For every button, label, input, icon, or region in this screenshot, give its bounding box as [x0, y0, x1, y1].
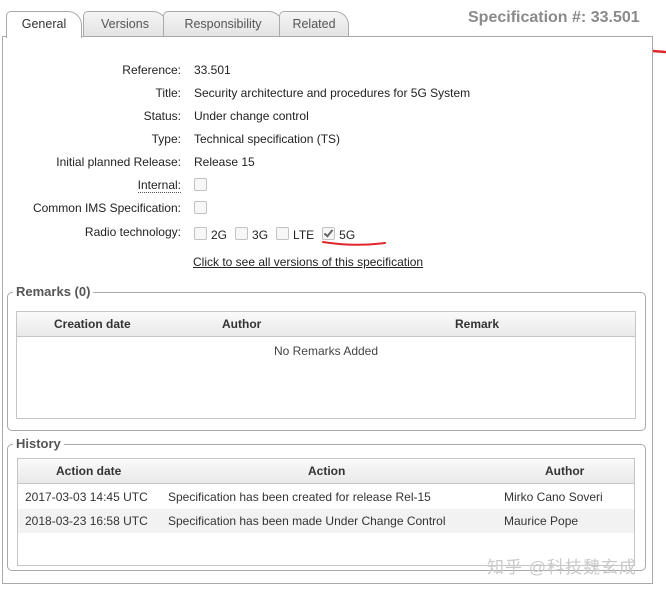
- title-row: Title: Security architecture and procedu…: [3, 86, 653, 104]
- label-2g: 2G: [211, 228, 228, 242]
- tab-general[interactable]: General: [6, 11, 82, 38]
- common-ims-checkbox[interactable]: [194, 201, 207, 214]
- release-row: Initial planned Release: Release 15: [3, 155, 653, 173]
- history-row-date: 2017-03-03 14:45 UTC: [25, 490, 148, 504]
- watermark-text: 知乎 @科技魏玄成: [487, 558, 637, 577]
- reference-value: 33.501: [194, 63, 231, 77]
- remarks-table: Creation date Author Remark No Remarks A…: [16, 311, 636, 419]
- reference-row: Reference: 33.501: [3, 63, 653, 81]
- type-value: Technical specification (TS): [194, 132, 341, 146]
- label-lte: LTE: [293, 228, 315, 242]
- history-header-author[interactable]: Author: [545, 464, 584, 478]
- remarks-empty-message: No Remarks Added: [273, 344, 379, 358]
- history-row-action: Specification has been made Under Change…: [168, 514, 446, 528]
- status-row: Status: Under change control: [3, 109, 653, 127]
- type-label: Type:: [151, 132, 181, 146]
- status-value: Under change control: [194, 109, 309, 123]
- tab-related[interactable]: Related: [279, 11, 349, 37]
- title-value: Security architecture and procedures for…: [194, 86, 471, 100]
- internal-row: Internal:: [3, 178, 653, 196]
- history-table: Action date Action Author 2017-03-03 14:…: [17, 458, 635, 566]
- internal-label: Internal:: [137, 178, 181, 193]
- history-row-author: Maurice Pope: [504, 514, 579, 528]
- history-header-action-date[interactable]: Action date: [56, 464, 121, 478]
- history-fieldset: History Action date Action Author 2017-0…: [7, 436, 646, 571]
- checkbox-3g[interactable]: [235, 227, 249, 240]
- reference-label: Reference:: [122, 63, 181, 77]
- specification-number-heading: Specification #: 33.501: [468, 9, 640, 26]
- remarks-header-author[interactable]: Author: [222, 317, 261, 331]
- remarks-header-creation-date[interactable]: Creation date: [54, 317, 131, 331]
- radio-technology-label: Radio technology:: [84, 225, 181, 239]
- history-row-action: Specification has been created for relea…: [168, 490, 431, 504]
- remarks-fieldset: Remarks (0) Creation date Author Remark …: [7, 284, 646, 431]
- common-ims-value: [194, 201, 207, 216]
- history-row: 2017-03-03 14:45 UTC Specification has b…: [18, 485, 634, 509]
- title-label: Title:: [155, 86, 181, 100]
- tab-bar: General Versions Responsibility Related: [3, 11, 349, 38]
- history-row-author: Mirko Cano Soveri: [504, 490, 603, 504]
- internal-value: [194, 178, 207, 193]
- common-ims-row: Common IMS Specification:: [3, 201, 653, 219]
- type-row: Type: Technical specification (TS): [3, 132, 653, 150]
- history-header-row: Action date Action Author: [18, 459, 634, 484]
- radio-option-3g: 3G: [235, 227, 268, 242]
- history-row: 2018-03-23 16:58 UTC Specification has b…: [18, 509, 634, 533]
- release-value: Release 15: [194, 155, 255, 169]
- label-3g: 3G: [252, 228, 269, 242]
- history-legend: History: [13, 436, 64, 451]
- tab-responsibility[interactable]: Responsibility: [163, 11, 283, 37]
- remarks-legend: Remarks (0): [13, 284, 94, 299]
- history-row-date: 2018-03-23 16:58 UTC: [25, 514, 148, 528]
- checkbox-2g[interactable]: [194, 227, 207, 240]
- history-header-action[interactable]: Action: [308, 464, 345, 478]
- red-annotation-curve: [322, 241, 386, 246]
- checkbox-lte[interactable]: [276, 227, 290, 240]
- release-label: Initial planned Release:: [56, 155, 181, 169]
- remarks-header-row: Creation date Author Remark: [17, 312, 635, 337]
- tab-versions[interactable]: Versions: [83, 11, 167, 37]
- radio-option-lte: LTE: [276, 227, 314, 242]
- remarks-header-remark[interactable]: Remark: [455, 317, 499, 331]
- internal-checkbox[interactable]: [194, 178, 207, 191]
- radio-option-2g: 2G: [194, 227, 227, 242]
- status-label: Status:: [143, 109, 181, 123]
- all-versions-link[interactable]: Click to see all versions of this specif…: [193, 255, 423, 269]
- common-ims-label: Common IMS Specification:: [32, 201, 181, 215]
